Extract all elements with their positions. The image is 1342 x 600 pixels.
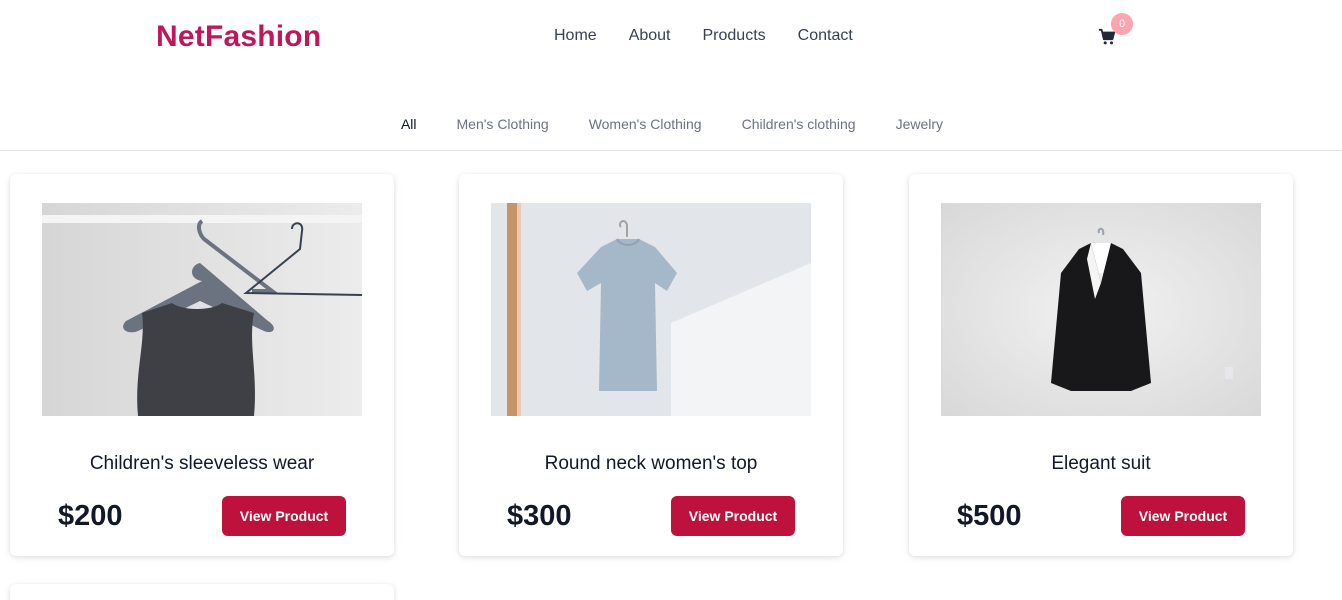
product-card: Round neck women's top $300 View Product: [459, 174, 843, 556]
view-product-button[interactable]: View Product: [1121, 496, 1245, 536]
category-mens-clothing[interactable]: Men's Clothing: [457, 116, 549, 132]
category-childrens-clothing[interactable]: Children's clothing: [742, 116, 856, 132]
product-card: Children's sleeveless wear $200 View Pro…: [10, 174, 394, 556]
product-price: $300: [507, 500, 572, 532]
product-name: Children's sleeveless wear: [89, 453, 315, 474]
product-price: $200: [58, 500, 123, 532]
view-product-button[interactable]: View Product: [671, 496, 795, 536]
nav-home[interactable]: Home: [554, 27, 597, 45]
category-all[interactable]: All: [401, 116, 417, 132]
product-card: Elegant suit $500 View Product: [909, 174, 1293, 556]
product-card-partial: [10, 584, 394, 600]
category-filter: All Men's Clothing Women's Clothing Chil…: [0, 116, 1342, 132]
category-jewelry[interactable]: Jewelry: [896, 116, 943, 132]
product-name: Round neck women's top: [544, 453, 758, 474]
product-image[interactable]: [42, 203, 362, 416]
brand-logo[interactable]: NetFashion: [156, 20, 321, 54]
product-price: $500: [957, 500, 1022, 532]
nav-about[interactable]: About: [629, 27, 671, 45]
view-product-button[interactable]: View Product: [222, 496, 346, 536]
product-image[interactable]: [941, 203, 1261, 416]
nav-products[interactable]: Products: [703, 27, 766, 45]
cart-count-badge: 0: [1111, 13, 1133, 35]
category-womens-clothing[interactable]: Women's Clothing: [589, 116, 702, 132]
main-nav: Home About Products Contact: [554, 27, 853, 45]
header-divider: [0, 150, 1342, 151]
product-name: Elegant suit: [1051, 453, 1151, 474]
nav-contact[interactable]: Contact: [798, 27, 853, 45]
product-image[interactable]: [491, 203, 811, 416]
